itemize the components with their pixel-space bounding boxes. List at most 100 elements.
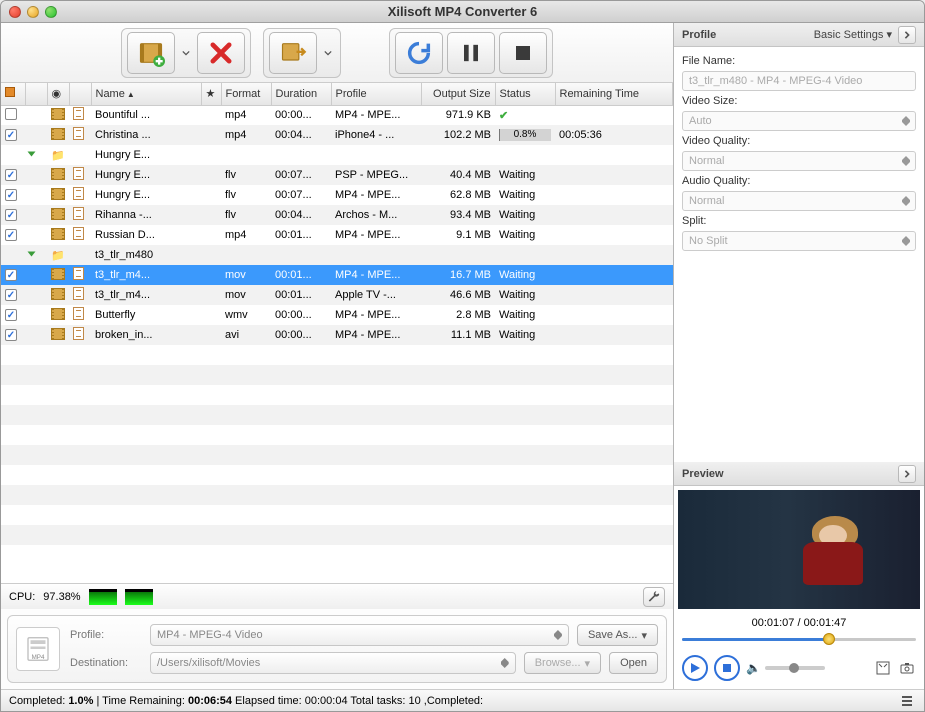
- destination-combo[interactable]: /Users/xilisoft/Movies: [150, 652, 516, 674]
- cell-status: Waiting: [495, 225, 555, 245]
- add-file-button[interactable]: [127, 32, 175, 74]
- cell-duration: 00:07...: [271, 185, 331, 205]
- table-row[interactable]: Rihanna -...flv00:04...Archos - M...93.4…: [1, 205, 673, 225]
- save-as-button[interactable]: Save As... ▾: [577, 624, 658, 646]
- preview-seek-slider[interactable]: [682, 633, 916, 645]
- row-checkbox[interactable]: [5, 189, 17, 201]
- film-icon: [51, 288, 65, 300]
- preview-panel-collapse[interactable]: [898, 465, 916, 483]
- cell-profile: MP4 - MPE...: [331, 225, 421, 245]
- volume-icon[interactable]: 🔈: [746, 661, 761, 675]
- cell-name: t3_tlr_m480: [91, 245, 201, 265]
- cpu-graph-2: [125, 589, 153, 605]
- status-list-icon[interactable]: [898, 692, 916, 710]
- row-checkbox[interactable]: [5, 309, 17, 321]
- col-output-size[interactable]: Output Size: [421, 83, 495, 105]
- cell-duration: 00:01...: [271, 285, 331, 305]
- cell-size: 46.6 MB: [421, 285, 495, 305]
- add-file-dropdown[interactable]: [179, 32, 193, 74]
- row-checkbox[interactable]: [5, 129, 17, 141]
- table-row[interactable]: broken_in...avi00:00...MP4 - MPE...11.1 …: [1, 325, 673, 345]
- open-button[interactable]: Open: [609, 652, 658, 674]
- table-row[interactable]: Russian D...mp400:01...MP4 - MPE...9.1 M…: [1, 225, 673, 245]
- cell-duration: 00:01...: [271, 265, 331, 285]
- table-row[interactable]: 📁t3_tlr_m480: [1, 245, 673, 265]
- col-remaining[interactable]: Remaining Time: [555, 83, 673, 105]
- pause-button[interactable]: [447, 32, 495, 74]
- row-checkbox[interactable]: [5, 209, 17, 221]
- cell-format: flv: [221, 205, 271, 225]
- stop-button[interactable]: [499, 32, 547, 74]
- preview-panel-header: Preview: [674, 462, 924, 486]
- col-profile[interactable]: Profile: [331, 83, 421, 105]
- cell-profile: [331, 145, 421, 165]
- table-row[interactable]: Hungry E...flv00:07...PSP - MPEG...40.4 …: [1, 165, 673, 185]
- col-duration[interactable]: Duration: [271, 83, 331, 105]
- cell-name: Rihanna -...: [91, 205, 201, 225]
- row-checkbox[interactable]: [5, 169, 17, 181]
- delete-button[interactable]: [197, 32, 245, 74]
- cell-profile: Apple TV -...: [331, 285, 421, 305]
- cell-name: Russian D...: [91, 225, 201, 245]
- basic-settings-dropdown[interactable]: Basic Settings ▾: [814, 28, 892, 41]
- fullscreen-icon[interactable]: [874, 659, 892, 677]
- table-row[interactable]: t3_tlr_m4...mov00:01...MP4 - MPE...16.7 …: [1, 265, 673, 285]
- browse-button[interactable]: Browse... ▾: [524, 652, 601, 674]
- cell-format: flv: [221, 185, 271, 205]
- cell-remaining: [555, 265, 673, 285]
- row-checkbox[interactable]: [5, 289, 17, 301]
- profile-panel-collapse[interactable]: [898, 26, 916, 44]
- table-row[interactable]: Butterflywmv00:00...MP4 - MPE...2.8 MBWa…: [1, 305, 673, 325]
- convert-button[interactable]: [395, 32, 443, 74]
- cell-name: Butterfly: [91, 305, 201, 325]
- file-name-field[interactable]: [682, 71, 916, 91]
- preview-play-button[interactable]: [682, 655, 708, 681]
- cell-size: 102.2 MB: [421, 125, 495, 145]
- cell-remaining: [555, 285, 673, 305]
- video-quality-select[interactable]: Normal: [682, 151, 916, 171]
- cell-profile: iPhone4 - ...: [331, 125, 421, 145]
- cell-remaining: 00:05:36: [555, 125, 673, 145]
- volume-slider[interactable]: [765, 666, 825, 670]
- row-checkbox[interactable]: [5, 108, 17, 120]
- profile-combo[interactable]: MP4 - MPEG-4 Video: [150, 624, 569, 646]
- cell-name: Hungry E...: [91, 165, 201, 185]
- snapshot-icon[interactable]: [898, 659, 916, 677]
- cell-status: [495, 145, 555, 165]
- expand-icon[interactable]: [28, 252, 36, 257]
- table-row[interactable]: t3_tlr_m4...mov00:01...Apple TV -...46.6…: [1, 285, 673, 305]
- split-select[interactable]: No Split: [682, 231, 916, 251]
- table-row[interactable]: 📁Hungry E...: [1, 145, 673, 165]
- row-checkbox[interactable]: [5, 329, 17, 341]
- col-name[interactable]: Name▲: [91, 83, 201, 105]
- preview-video[interactable]: [678, 490, 920, 609]
- cell-size: 16.7 MB: [421, 265, 495, 285]
- table-row[interactable]: Hungry E...flv00:07...MP4 - MPE...62.8 M…: [1, 185, 673, 205]
- main-toolbar: [1, 23, 673, 83]
- col-star[interactable]: ★: [201, 83, 221, 105]
- settings-button[interactable]: [643, 587, 665, 607]
- table-row[interactable]: Bountiful ...mp400:00...MP4 - MPE...971.…: [1, 105, 673, 125]
- table-row-empty: [1, 425, 673, 445]
- preview-stop-button[interactable]: [714, 655, 740, 681]
- document-icon: [73, 127, 84, 140]
- cell-name: t3_tlr_m4...: [91, 285, 201, 305]
- output-format-button[interactable]: [269, 32, 317, 74]
- row-checkbox[interactable]: [5, 229, 17, 241]
- row-checkbox[interactable]: [5, 269, 17, 281]
- col-status[interactable]: Status: [495, 83, 555, 105]
- profile-file-icon: MP4: [16, 627, 60, 671]
- video-quality-label: Video Quality:: [682, 135, 916, 147]
- cell-profile: MP4 - MPE...: [331, 305, 421, 325]
- col-format[interactable]: Format: [221, 83, 271, 105]
- cell-format: [221, 245, 271, 265]
- table-row[interactable]: Christina ...mp400:04...iPhone4 - ...102…: [1, 125, 673, 145]
- video-size-select[interactable]: Auto: [682, 111, 916, 131]
- film-icon: [51, 228, 65, 240]
- expand-icon[interactable]: [28, 152, 36, 157]
- cell-duration: 00:00...: [271, 325, 331, 345]
- col-checkbox[interactable]: [1, 83, 25, 105]
- col-clip[interactable]: ◉: [47, 83, 69, 105]
- output-format-dropdown[interactable]: [321, 32, 335, 74]
- audio-quality-select[interactable]: Normal: [682, 191, 916, 211]
